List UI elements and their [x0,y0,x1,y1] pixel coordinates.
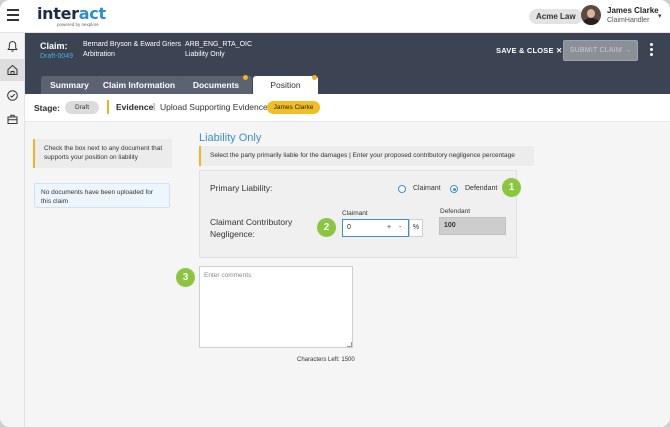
sub-step-label: Upload Supporting Evidence [160,102,268,112]
decrement-button[interactable]: - [399,224,401,231]
claim-liability: Liability Only [185,51,225,58]
primary-liability-label: Primary Liability: [210,183,273,193]
defendant-caption: Defendant [440,208,470,215]
defendant-percentage-field: 100 [439,217,506,235]
stage-status-badge: Draft [65,101,99,114]
claim-code: ARB_ENG_RTA_OIC [185,41,253,48]
stage-bar: Stage: Draft Evidence | Upload Supportin… [25,94,670,122]
avatar[interactable] [581,5,601,25]
chevron-down-icon[interactable]: ▾ [658,12,662,20]
increment-button[interactable]: + [387,224,391,231]
documents-instruction: Check the box next to any document that … [33,139,172,168]
logo-tagline: powered by nexplore [57,22,99,27]
position-notification-dot [312,75,317,80]
no-documents-message: No documents have been uploaded for this… [34,183,170,208]
stage-divider [107,100,109,114]
defendant-radio[interactable] [450,185,458,193]
app-logo[interactable]: interact powered by nexplore [37,6,106,28]
menu-icon[interactable] [7,9,19,21]
tab-position[interactable]: Position [253,76,318,94]
claimant-radio-label[interactable]: Claimant [413,185,441,192]
position-instruction: Select the party primarily liable for th… [199,146,534,166]
claim-id[interactable]: Draft-0049 [40,53,73,60]
comments-textarea[interactable]: Enter comments [199,266,353,348]
user-name[interactable]: James Clarke [607,6,659,15]
submit-claim-button[interactable]: SUBMIT CLAIM → [563,40,638,61]
claim-parties: Bernard Bryson & Eward Griers [83,41,182,48]
org-badge[interactable]: Acme Law [529,9,583,24]
tab-bar: Summary Claim Information Documents Posi… [25,75,670,94]
claimant-radio[interactable] [398,185,406,193]
defendant-radio-label[interactable]: Defendant [465,185,497,192]
save-close-button[interactable]: SAVE & CLOSE ✕ [496,46,562,55]
claim-type: Arbitration [83,51,115,58]
stage-label: Stage: [34,103,60,113]
claim-label: Claim: [40,41,68,51]
callout-badge-1: 1 [502,178,521,197]
tab-documents[interactable]: Documents [180,76,252,94]
home-icon[interactable] [0,59,25,81]
documents-notification-dot [243,75,248,80]
percent-suffix: % [409,219,423,237]
left-rail [0,33,25,427]
tab-summary[interactable]: Summary [41,76,98,94]
claimant-caption: Claimant [342,210,368,217]
callout-badge-3: 3 [176,268,195,287]
check-circle-icon[interactable] [6,89,19,102]
claim-header: Claim: Draft-0049 Bernard Bryson & Eward… [25,33,670,75]
characters-left: Characters Left: 1500 [297,357,355,363]
bell-icon[interactable] [6,40,19,53]
step-label: Evidence [116,102,154,112]
step-separator: | [153,102,156,111]
user-role: ClaimHandler [607,17,650,24]
briefcase-icon[interactable] [6,113,19,126]
more-options-icon[interactable] [650,43,653,58]
app-window: interact powered by nexplore Acme Law Ja… [0,0,670,427]
top-bar: interact powered by nexplore Acme Law Ja… [0,0,670,33]
tab-claim-information[interactable]: Claim Information [95,76,183,94]
callout-badge-2: 2 [317,218,336,237]
contributory-negligence-label: Claimant Contributory Negligence: [210,217,293,239]
resize-handle-icon[interactable] [347,342,352,347]
assignee-badge[interactable]: James Clarke [267,101,320,114]
section-title: Liability Only [199,132,262,144]
